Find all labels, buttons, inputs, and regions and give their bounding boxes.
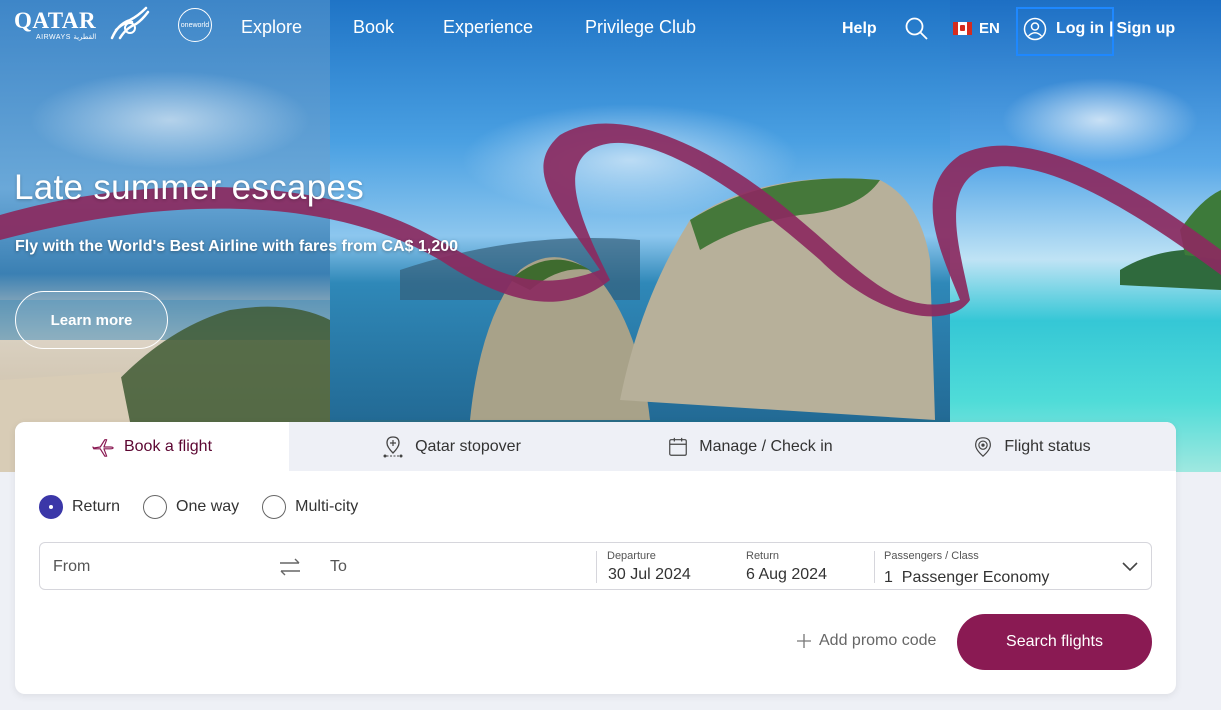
login-signup: Log in | Sign up [1023, 17, 1175, 41]
plane-icon [92, 438, 114, 457]
language-selector[interactable]: EN [953, 20, 1000, 37]
hero-title: Late summer escapes [14, 168, 365, 207]
from-field[interactable]: From [53, 558, 90, 576]
nav-experience[interactable]: Experience [443, 17, 533, 38]
stopover-pin-icon [383, 435, 403, 457]
user-icon[interactable] [1023, 17, 1047, 41]
radio-return[interactable]: Return [39, 495, 120, 519]
to-field[interactable]: To [330, 558, 347, 576]
tab-label: Qatar stopover [415, 437, 521, 455]
passengers-label: Passengers / Class [884, 550, 979, 562]
field-divider [874, 551, 875, 583]
radio-button[interactable] [143, 495, 168, 519]
swap-icon[interactable] [278, 556, 302, 578]
flight-search-fields: From To Departure 30 Jul 2024 Return 6 A… [39, 542, 1152, 590]
tab-qatar-stopover[interactable]: Qatar stopover [289, 422, 613, 471]
booking-widget: Book a flight Qatar stopover Manage / Ch… [15, 422, 1176, 694]
tab-manage-check-in[interactable]: Manage / Check in [613, 422, 887, 471]
tab-label: Book a flight [123, 437, 213, 455]
nav-privilege-club[interactable]: Privilege Club [585, 17, 696, 38]
language-label: EN [979, 20, 1000, 37]
return-date-field[interactable]: 6 Aug 2024 [746, 566, 827, 584]
qatar-airways-logo[interactable]: QATAR AIRWAYS القطرية [14, 6, 150, 42]
radio-one-way[interactable]: One way [143, 495, 239, 519]
oneworld-logo[interactable]: oneworld [178, 8, 212, 42]
departure-label: Departure [607, 550, 656, 562]
departure-date-field[interactable]: 30 Jul 2024 [608, 566, 691, 584]
radio-label: Multi-city [295, 498, 359, 515]
field-divider [596, 551, 597, 583]
oryx-icon [110, 6, 150, 40]
login-separator: | [1108, 20, 1114, 37]
logo-subtitle: AIRWAYS القطرية [36, 34, 97, 41]
return-label: Return [746, 550, 780, 562]
promo-label: Add promo code [819, 632, 937, 649]
radio-button-checked[interactable] [39, 495, 63, 519]
radio-label: One way [176, 498, 240, 515]
logo-wordmark: QATAR [14, 8, 97, 33]
top-navigation: QATAR AIRWAYS القطرية oneworld Explore B… [0, 0, 1221, 58]
tab-label: Manage / Check in [699, 437, 833, 455]
add-promo-code[interactable]: Add promo code [796, 632, 936, 650]
booking-tabs: Book a flight Qatar stopover Manage / Ch… [15, 422, 1176, 471]
calendar-icon [669, 437, 688, 456]
radio-multi-city[interactable]: Multi-city [262, 495, 358, 519]
canada-flag-icon [953, 22, 972, 35]
search-flights-button[interactable]: Search flights [957, 614, 1152, 670]
chevron-down-icon[interactable] [1121, 560, 1139, 572]
tab-book-a-flight[interactable]: Book a flight [15, 422, 289, 471]
tab-flight-status[interactable]: Flight status [887, 422, 1176, 471]
nav-book[interactable]: Book [353, 17, 394, 38]
plus-icon [797, 634, 811, 648]
trip-type-options: Return One way Multi-city [39, 495, 381, 519]
help-link[interactable]: Help [842, 20, 877, 38]
hero-banner [0, 0, 1221, 472]
search-icon[interactable] [904, 16, 928, 40]
radio-button[interactable] [262, 495, 287, 519]
hero-subtitle: Fly with the World's Best Airline with f… [15, 238, 459, 255]
radio-label: Return [72, 498, 121, 515]
login-link[interactable]: Log in [1056, 20, 1104, 38]
hero-scenery-illustration [0, 123, 1221, 472]
tab-label: Flight status [1004, 437, 1091, 455]
location-pin-icon [975, 436, 992, 457]
passengers-class-field[interactable]: 1 Passenger Economy [884, 569, 1049, 587]
nav-explore[interactable]: Explore [241, 17, 302, 38]
signup-link[interactable]: Sign up [1116, 20, 1175, 38]
learn-more-button[interactable]: Learn more [15, 291, 168, 349]
